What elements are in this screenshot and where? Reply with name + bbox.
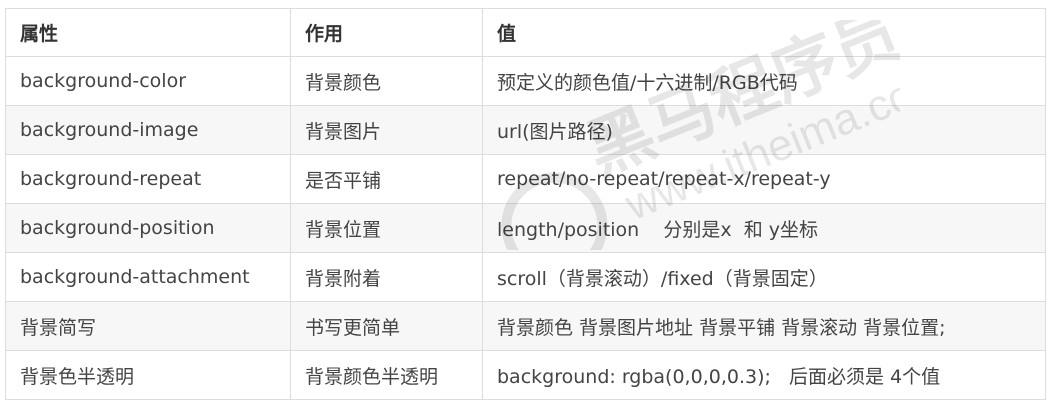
table-row: 背景简写 书写更简单 背景颜色 背景图片地址 背景平铺 背景滚动 背景位置; xyxy=(5,301,1046,351)
cell-value: background: rgba(0,0,0,0.3); 后面必须是 4个值 xyxy=(482,350,1046,400)
cell-value: repeat/no-repeat/repeat-x/repeat-y xyxy=(482,154,1046,204)
cell-purpose: 背景附着 xyxy=(290,252,483,302)
table-row: background-color 背景颜色 预定义的颜色值/十六进制/RGB代码 xyxy=(5,56,1046,106)
table-row: background-image 背景图片 url(图片路径) xyxy=(5,105,1046,155)
cell-purpose: 背景图片 xyxy=(290,105,483,155)
cell-purpose: 背景颜色半透明 xyxy=(290,350,483,400)
property-table-container: 属性 作用 值 background-color 背景颜色 预定义的颜色值/十六… xyxy=(5,8,1046,400)
header-property: 属性 xyxy=(5,8,291,57)
table-row: background-position 背景位置 length/position… xyxy=(5,203,1046,253)
cell-value: length/position 分别是x 和 y坐标 xyxy=(482,203,1046,253)
cell-value: url(图片路径) xyxy=(482,105,1046,155)
table-row: background-attachment 背景附着 scroll（背景滚动）/… xyxy=(5,252,1046,302)
cell-value: 预定义的颜色值/十六进制/RGB代码 xyxy=(482,56,1046,106)
table-row: background-repeat 是否平铺 repeat/no-repeat/… xyxy=(5,154,1046,204)
cell-property: background-color xyxy=(5,56,291,106)
header-value: 值 xyxy=(482,8,1046,57)
cell-purpose: 书写更简单 xyxy=(290,301,483,351)
cell-property: background-repeat xyxy=(5,154,291,204)
header-purpose: 作用 xyxy=(290,8,483,57)
cell-purpose: 背景位置 xyxy=(290,203,483,253)
cell-property: 背景简写 xyxy=(5,301,291,351)
cell-property: 背景色半透明 xyxy=(5,350,291,400)
cell-property: background-attachment xyxy=(5,252,291,302)
table-row: 背景色半透明 背景颜色半透明 background: rgba(0,0,0,0.… xyxy=(5,350,1046,400)
cell-value: 背景颜色 背景图片地址 背景平铺 背景滚动 背景位置; xyxy=(482,301,1046,351)
cell-property: background-image xyxy=(5,105,291,155)
cell-property: background-position xyxy=(5,203,291,253)
table-header-row: 属性 作用 值 xyxy=(5,8,1046,57)
background-properties-table: 属性 作用 值 background-color 背景颜色 预定义的颜色值/十六… xyxy=(5,8,1046,400)
cell-purpose: 背景颜色 xyxy=(290,56,483,106)
cell-value: scroll（背景滚动）/fixed（背景固定） xyxy=(482,252,1046,302)
cell-purpose: 是否平铺 xyxy=(290,154,483,204)
